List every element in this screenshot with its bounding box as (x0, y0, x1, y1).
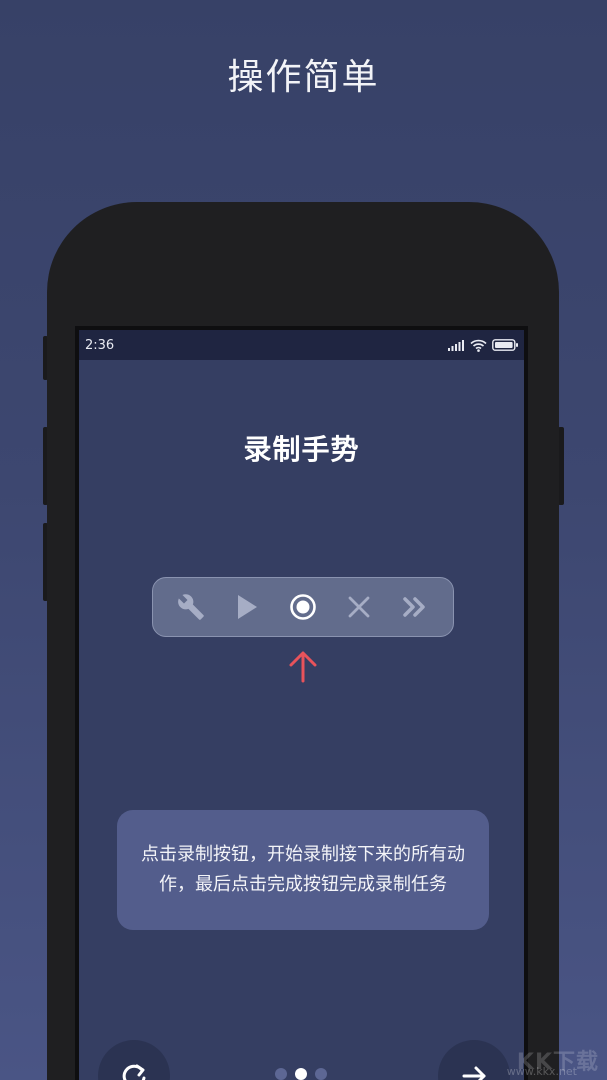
floating-toolbar (152, 577, 454, 637)
status-time: 2:36 (85, 337, 115, 353)
tip-text: 点击录制按钮，开始录制接下来的所有动作，最后点击完成按钮完成录制任务 (141, 844, 465, 895)
tip-box: 点击录制按钮，开始录制接下来的所有动作，最后点击完成按钮完成录制任务 (117, 810, 489, 930)
status-icons (448, 339, 519, 352)
close-button[interactable] (339, 587, 379, 627)
page-dot[interactable] (275, 1068, 287, 1080)
watermark-url: www.kkx.net (506, 1065, 577, 1078)
app-title: 录制手势 (243, 433, 360, 466)
arrow-right-icon (462, 1066, 486, 1080)
record-button[interactable] (283, 587, 323, 627)
app-screen: 2:36 录制手势 点击录制按钮，开始录制接下来的所有动作，最后点击完成按钮完成… (79, 330, 524, 1080)
play-icon (238, 595, 257, 619)
battery-icon (492, 339, 518, 351)
wrench-button[interactable] (171, 587, 211, 627)
phone-screen: 2:36 录制手势 点击录制按钮，开始录制接下来的所有动作，最后点击完成按钮完成… (75, 326, 528, 1080)
page-dot[interactable] (315, 1068, 327, 1080)
arrow-up-icon (289, 651, 317, 683)
double-chevron-right-icon (403, 597, 425, 617)
skip-button[interactable] (395, 587, 435, 627)
refresh-icon (122, 1064, 146, 1080)
record-icon (290, 594, 316, 620)
close-icon (348, 596, 370, 618)
page-dot-active[interactable] (295, 1068, 307, 1080)
wrench-icon (178, 594, 204, 620)
status-bar: 2:36 (79, 330, 524, 360)
page-heading: 操作简单 (227, 57, 380, 98)
play-button[interactable] (227, 587, 267, 627)
wifi-icon (470, 339, 487, 352)
page-indicator (275, 1068, 327, 1080)
signal-icon (448, 339, 464, 351)
